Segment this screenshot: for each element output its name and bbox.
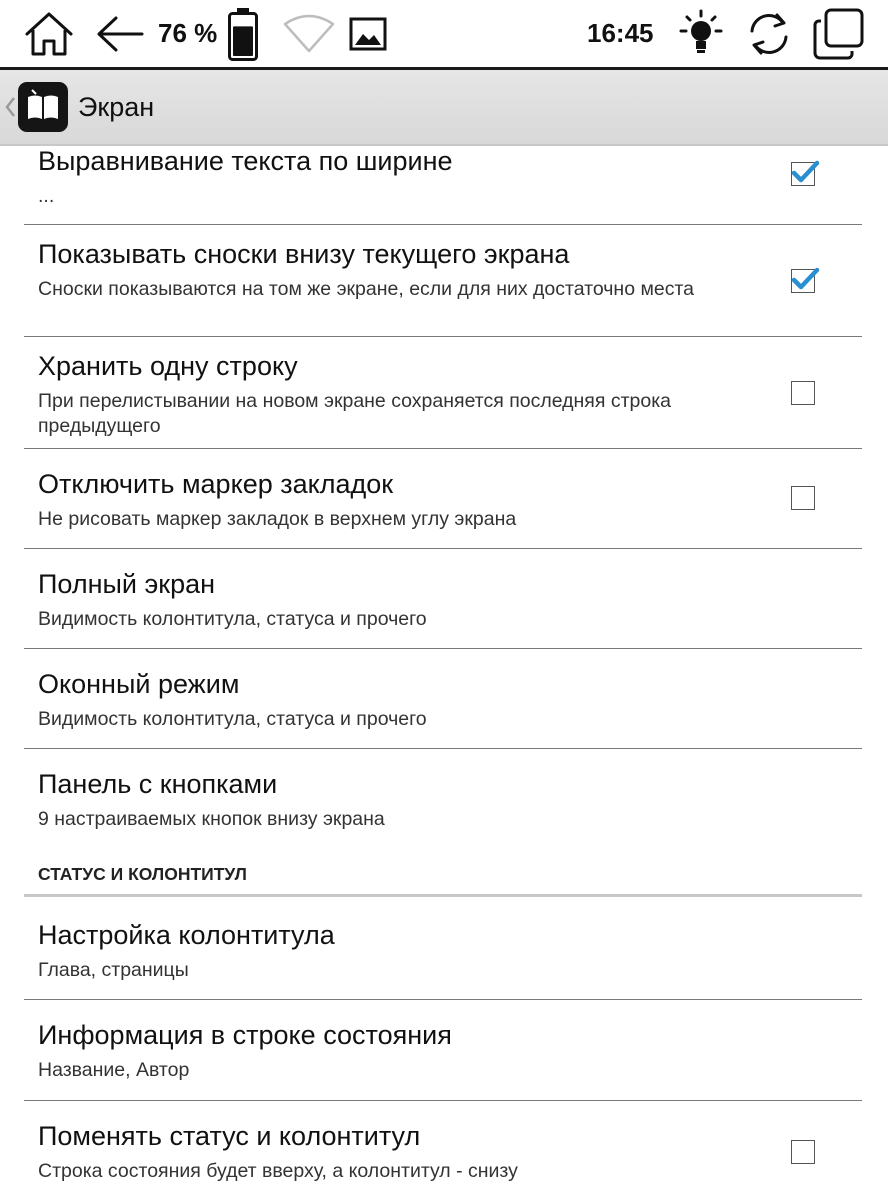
pref-summary: Глава, страницы [38,959,189,981]
clock: 16:45 [587,18,654,48]
pref-keep-one-line[interactable]: Хранить одну строку При перелистывании н… [0,337,888,448]
checkmark-icon [791,160,820,183]
pref-button-panel[interactable]: Панель с кнопками 9 настраиваемых кнопок… [0,749,888,839]
pref-disable-bookmark-marker[interactable]: Отключить маркер закладок Не рисовать ма… [0,449,888,548]
section-header: СТАТУС И КОЛОНТИТУЛ [38,864,247,884]
pref-title: Отключить маркер закладок [38,469,394,499]
checkbox[interactable] [791,381,815,405]
checkbox[interactable] [791,486,815,510]
pref-show-footnotes[interactable]: Показывать сноски внизу текущего экрана … [0,225,888,336]
checkbox[interactable] [791,1140,815,1164]
pref-summary: При перелистывании на новом экране сохра… [38,390,672,437]
preference-list[interactable]: Выравнивание текста по ширине ... Показы… [0,146,888,1200]
pref-summary: ... [38,185,55,207]
pref-window-mode[interactable]: Оконный режим Видимость колонтитула, ста… [0,649,888,748]
title-bar: Экран [0,70,888,146]
pref-title: Оконный режим [38,669,240,699]
section-divider [24,894,862,897]
pref-summary: Видимость колонтитула, статуса и прочего [38,708,427,730]
battery-fill [233,25,253,56]
book-app-icon[interactable] [18,82,68,132]
back-arrow-icon[interactable] [94,0,146,67]
pref-title: Информация в строке состояния [38,1020,452,1050]
frontlight-icon[interactable] [676,0,726,67]
checkmark-icon [791,267,820,290]
pref-title: Выравнивание текста по ширине [38,146,453,176]
pref-summary: Название, Автор [38,1059,190,1081]
battery-icon [227,0,259,67]
pref-summary: Строка состояния будет вверху, а колонти… [38,1160,518,1182]
pref-status-line-info[interactable]: Информация в строке состояния Название, … [0,1000,888,1100]
status-bar: 76 % 16:45 [0,0,888,70]
pref-title: Настройка колонтитула [38,920,335,950]
pref-swap-status-header[interactable]: Поменять статус и колонтитул Строка сост… [0,1101,888,1200]
battery-percent: 76 % [158,18,218,48]
home-icon[interactable] [22,0,76,67]
pref-title: Хранить одну строку [38,351,298,381]
pref-title: Полный экран [38,569,216,599]
checkbox[interactable] [791,160,820,186]
pref-title: Панель с кнопками [38,769,278,799]
window-switch-icon[interactable] [812,0,866,67]
pref-header-settings[interactable]: Настройка колонтитула Глава, страницы [0,898,888,999]
back-chevron-icon[interactable] [4,96,16,123]
page-title: Экран [78,92,155,122]
checkbox[interactable] [791,267,820,293]
wifi-icon [282,0,336,67]
pref-title: Поменять статус и колонтитул [38,1121,421,1151]
image-icon [349,0,387,67]
pref-title: Показывать сноски внизу текущего экрана [38,239,570,269]
pref-summary: Сноски показываются на том же экране, ес… [38,278,695,300]
pref-full-screen[interactable]: Полный экран Видимость колонтитула, стат… [0,549,888,648]
pref-summary: 9 настраиваемых кнопок внизу экрана [38,808,385,830]
pref-justify-text[interactable]: Выравнивание текста по ширине ... [0,146,888,224]
pref-summary: Не рисовать маркер закладок в верхнем уг… [38,508,517,530]
refresh-icon[interactable] [744,0,794,67]
pref-summary: Видимость колонтитула, статуса и прочего [38,608,427,630]
